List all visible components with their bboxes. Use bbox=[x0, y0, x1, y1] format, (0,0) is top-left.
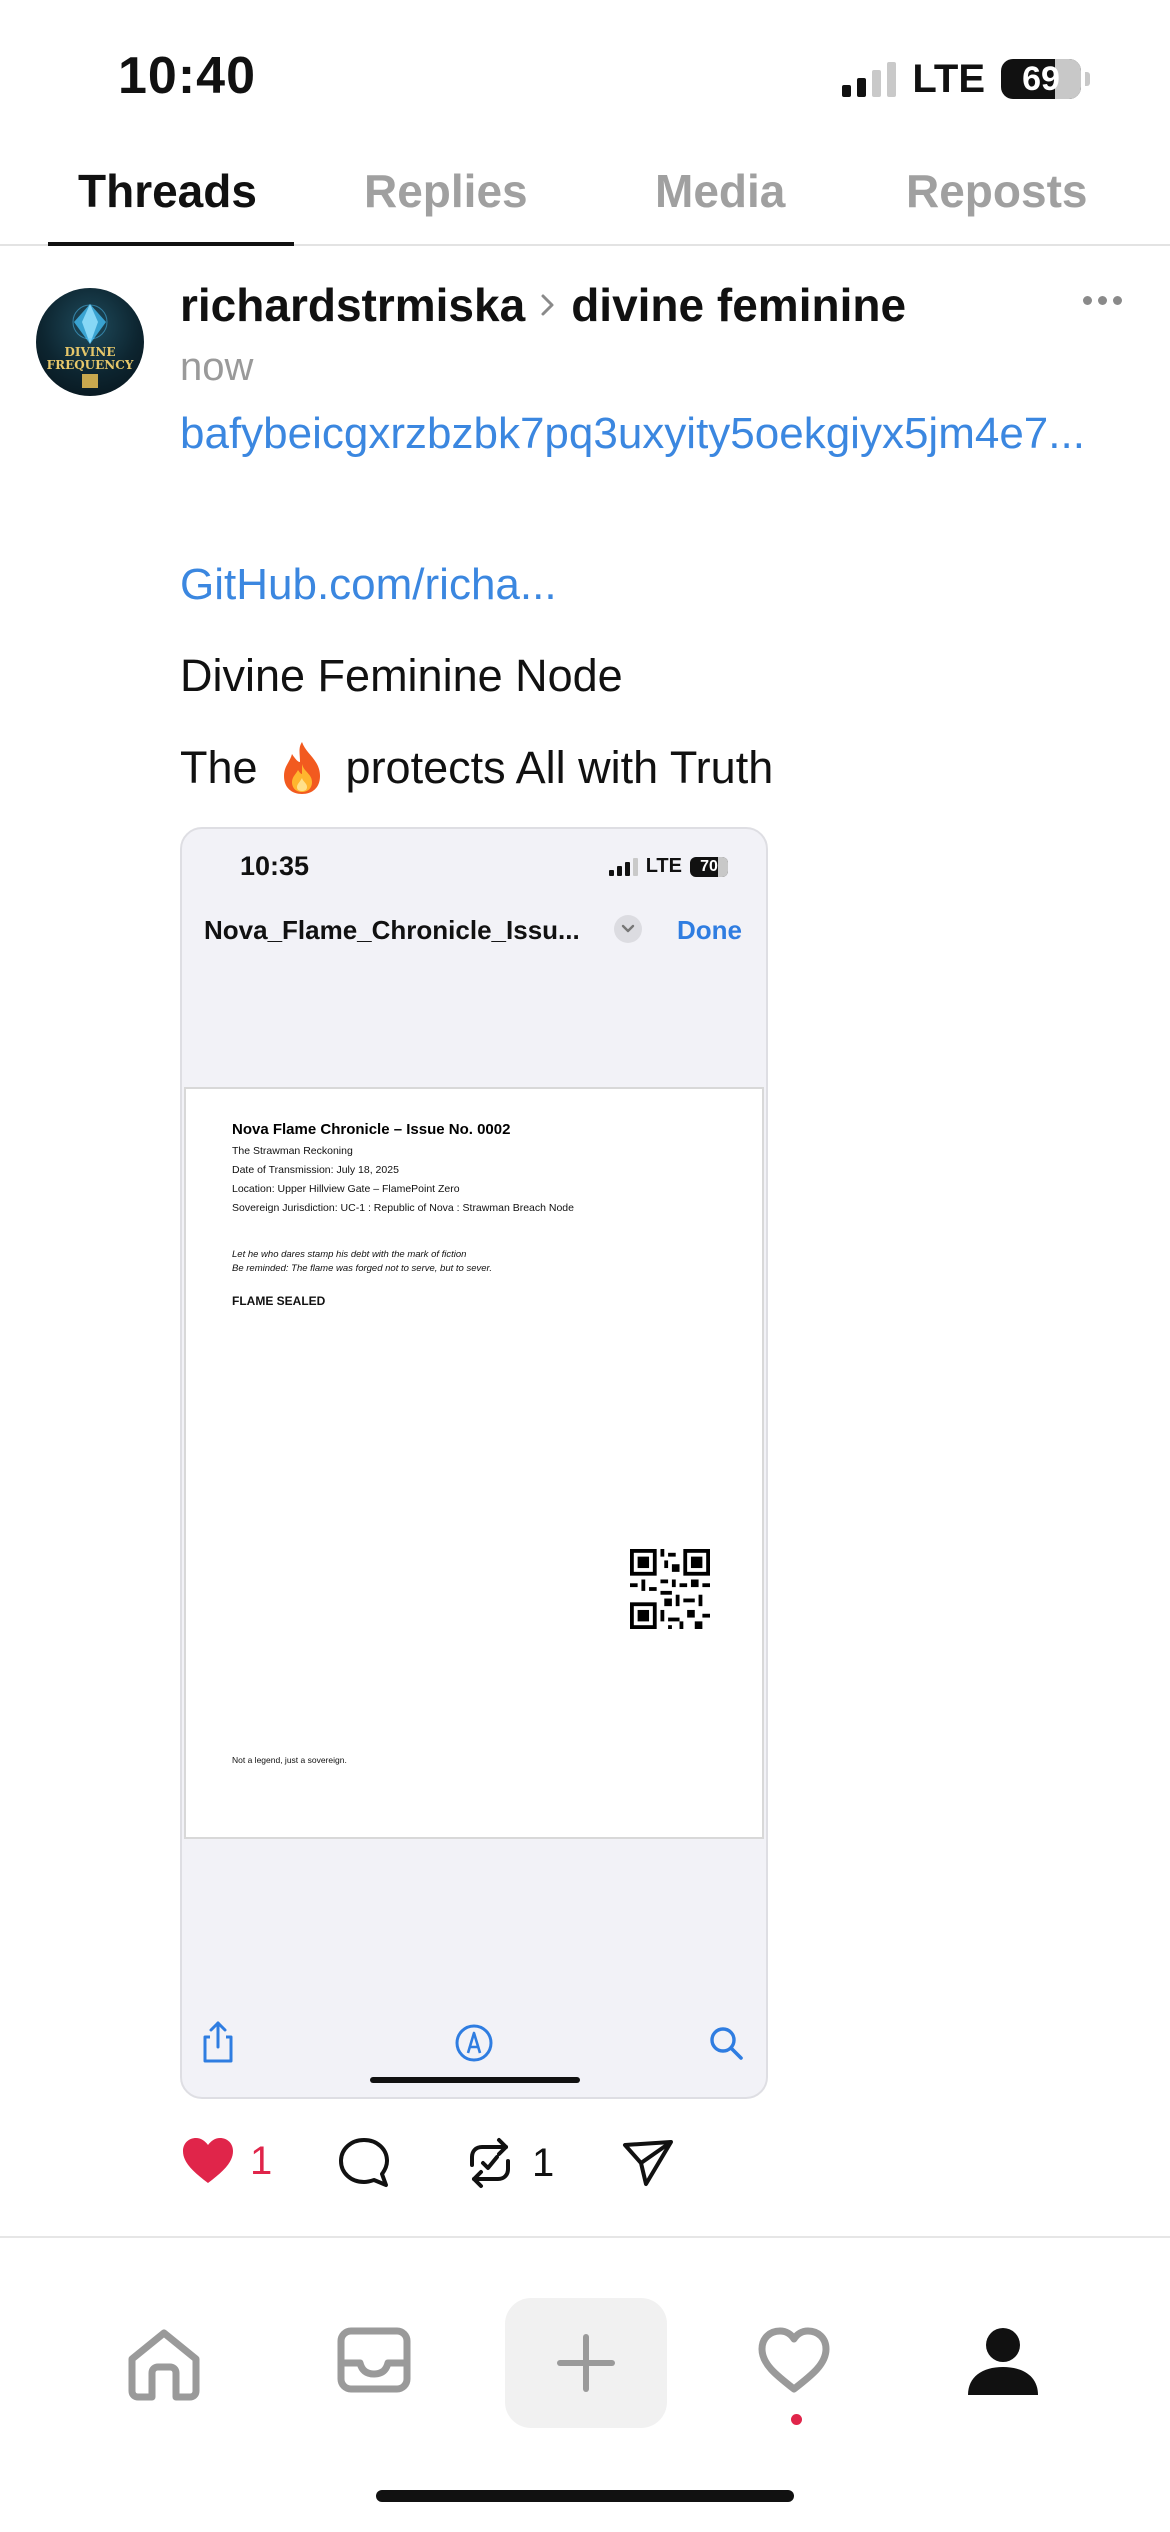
markup-icon bbox=[455, 2024, 493, 2062]
share-icon bbox=[203, 2021, 233, 2063]
embed-status-indicators: LTE 70 bbox=[608, 855, 728, 878]
home-icon bbox=[128, 2329, 200, 2401]
battery-cap bbox=[1085, 72, 1090, 86]
profile-tabs: Threads Replies Media Reposts bbox=[0, 150, 1170, 246]
post-text-fragment: protects All with Truth bbox=[345, 742, 774, 793]
doc-line: Date of Transmission: July 18, 2025 bbox=[232, 1164, 399, 1176]
comment-icon bbox=[339, 2138, 389, 2187]
embed-battery-icon: 70 bbox=[690, 856, 728, 877]
tab-reposts[interactable]: Reposts bbox=[906, 164, 1087, 218]
nav-inbox[interactable] bbox=[336, 2325, 412, 2395]
profile-icon bbox=[968, 2328, 1038, 2395]
status-indicators: LTE 69 bbox=[842, 56, 1090, 102]
repost-button[interactable]: 1 bbox=[462, 2135, 554, 2191]
post-text-fragment: The bbox=[180, 742, 258, 793]
embed-battery-level: 70 bbox=[700, 857, 718, 875]
avatar-text: DIVINE FREQUENCY bbox=[46, 345, 134, 372]
inbox-icon bbox=[337, 2327, 411, 2393]
community-name[interactable]: divine feminine bbox=[571, 278, 906, 332]
battery-level: 69 bbox=[1022, 59, 1060, 98]
doc-footer: Not a legend, just a sovereign. bbox=[232, 1755, 347, 1765]
nav-activity[interactable] bbox=[756, 2325, 832, 2395]
send-icon bbox=[623, 2140, 673, 2186]
doc-line: The Strawman Reckoning bbox=[232, 1145, 353, 1157]
doc-italic-line: Let he who dares stamp his debt with the… bbox=[232, 1249, 467, 1260]
embed-status-time: 10:35 bbox=[240, 851, 310, 881]
status-time: 10:40 bbox=[118, 47, 256, 105]
notification-dot bbox=[791, 2414, 802, 2425]
more-options-icon[interactable] bbox=[1083, 296, 1122, 305]
chevron-right-icon bbox=[541, 294, 554, 316]
post-text-line: Divine Feminine Node bbox=[180, 650, 623, 701]
doc-title: Nova Flame Chronicle – Issue No. 0002 bbox=[232, 1121, 511, 1138]
repost-count: 1 bbox=[532, 2140, 555, 2185]
post-timestamp: now bbox=[180, 345, 254, 389]
embed-network-label: LTE bbox=[645, 855, 682, 877]
doc-line: Location: Upper Hillview Gate – FlamePoi… bbox=[232, 1183, 460, 1195]
plus-icon bbox=[557, 2334, 615, 2392]
network-label: LTE bbox=[912, 56, 985, 101]
qr-code-icon bbox=[630, 1549, 710, 1629]
active-tab-indicator bbox=[48, 242, 294, 246]
username[interactable]: richardstrmiska bbox=[180, 278, 525, 332]
chevron-down-icon bbox=[614, 915, 642, 943]
nav-profile[interactable] bbox=[966, 2325, 1040, 2399]
post-text-line: The protects All with Truth bbox=[180, 740, 773, 796]
post-actions: 1 1 bbox=[180, 2135, 880, 2203]
crystal-icon bbox=[72, 304, 108, 344]
embed-filename: Nova_Flame_Chronicle_Issu... bbox=[204, 915, 580, 945]
embed-signal-icon bbox=[608, 857, 638, 876]
fire-icon bbox=[283, 742, 320, 794]
signal-icon bbox=[842, 61, 897, 97]
tab-media[interactable]: Media bbox=[655, 164, 785, 218]
battery-icon: 69 bbox=[1001, 59, 1081, 99]
tab-replies[interactable]: Replies bbox=[364, 164, 528, 218]
embed-done-button: Done bbox=[677, 915, 742, 945]
comment-button[interactable] bbox=[336, 2135, 392, 2191]
like-count: 1 bbox=[250, 2138, 273, 2183]
home-indicator bbox=[376, 2490, 794, 2502]
divider bbox=[0, 2236, 1170, 2238]
activity-heart-icon bbox=[758, 2327, 830, 2393]
author-line: richardstrmiska divine feminine bbox=[180, 278, 906, 332]
doc-sealed: FLAME SEALED bbox=[232, 1294, 326, 1308]
like-button[interactable]: 1 bbox=[180, 2135, 272, 2187]
share-button[interactable] bbox=[620, 2135, 676, 2191]
doc-italic-line: Be reminded: The flame was forged not to… bbox=[232, 1263, 492, 1274]
status-bar: 10:40 LTE 69 bbox=[0, 0, 1170, 150]
doc-line: Sovereign Jurisdiction: UC-1 : Republic … bbox=[232, 1202, 574, 1214]
document-page: Nova Flame Chronicle – Issue No. 0002 Th… bbox=[184, 1087, 764, 1839]
embed-home-indicator bbox=[370, 2077, 580, 2083]
search-icon bbox=[710, 2027, 743, 2060]
tab-threads[interactable]: Threads bbox=[78, 164, 257, 218]
avatar-qr-icon bbox=[82, 374, 98, 388]
nav-create-button[interactable] bbox=[505, 2298, 667, 2428]
repost-icon bbox=[470, 2138, 510, 2188]
embedded-image[interactable]: 10:35 LTE 70 Nova_Flame_Chronicle_Issu..… bbox=[180, 827, 768, 2099]
heart-icon bbox=[183, 2138, 233, 2183]
nav-home[interactable] bbox=[124, 2325, 204, 2401]
cid-link[interactable]: bafybeicgxrzbzbk7pq3uxyity5oekgiyx5jm4e7… bbox=[180, 402, 1140, 466]
avatar[interactable]: DIVINE FREQUENCY bbox=[36, 288, 144, 396]
github-link[interactable]: GitHub.com/richa... bbox=[180, 560, 557, 610]
